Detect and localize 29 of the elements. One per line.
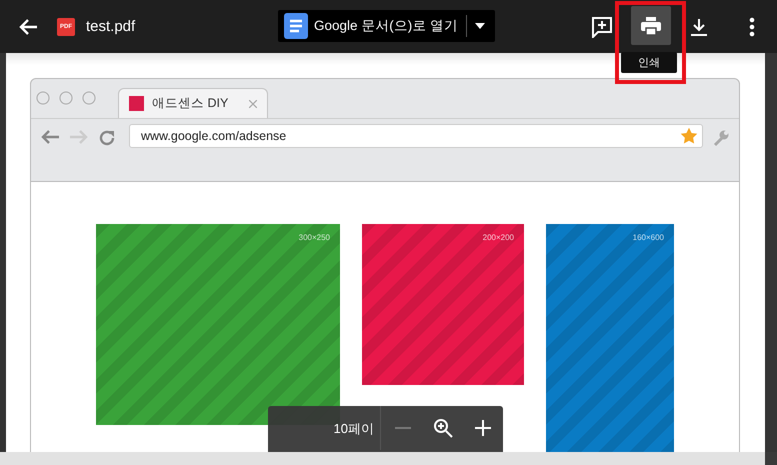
- ad-size-label: 160×600: [632, 233, 664, 242]
- file-name: test.pdf: [86, 18, 136, 35]
- reload-icon: [98, 129, 116, 147]
- open-with-button[interactable]: Google 문서(으)로 열기: [278, 10, 496, 42]
- zoom-icon[interactable]: [433, 418, 453, 438]
- star-icon: [680, 127, 698, 145]
- horizontal-scrollbar[interactable]: [0, 452, 765, 465]
- download-icon[interactable]: [690, 18, 708, 36]
- dropdown-caret-icon: [475, 23, 486, 29]
- favicon-icon: [129, 96, 144, 111]
- scrollbar-corner: [765, 452, 777, 465]
- forward-arrow-icon: [69, 129, 89, 145]
- add-comment-icon[interactable]: [591, 16, 613, 38]
- zoom-in-icon[interactable]: [475, 420, 491, 436]
- close-icon: [249, 100, 257, 108]
- back-arrow-icon[interactable]: [18, 18, 38, 36]
- page-label: 10페이: [332, 420, 374, 438]
- ad-size-label: 300×250: [298, 233, 330, 242]
- tab-title: 애드센스 DIY: [152, 95, 230, 112]
- ad-size-label: 200×200: [482, 233, 514, 242]
- print-tooltip: 인쇄: [621, 52, 677, 73]
- address-bar: www.google.com/adsense: [129, 124, 703, 148]
- printer-icon: [640, 16, 660, 34]
- window-buttons-icon: [36, 91, 98, 105]
- more-options-icon[interactable]: [749, 16, 755, 36]
- print-button[interactable]: [630, 6, 670, 45]
- document-icon: [284, 13, 308, 39]
- back-arrow-icon: [40, 129, 60, 145]
- wrench-icon: [712, 129, 730, 147]
